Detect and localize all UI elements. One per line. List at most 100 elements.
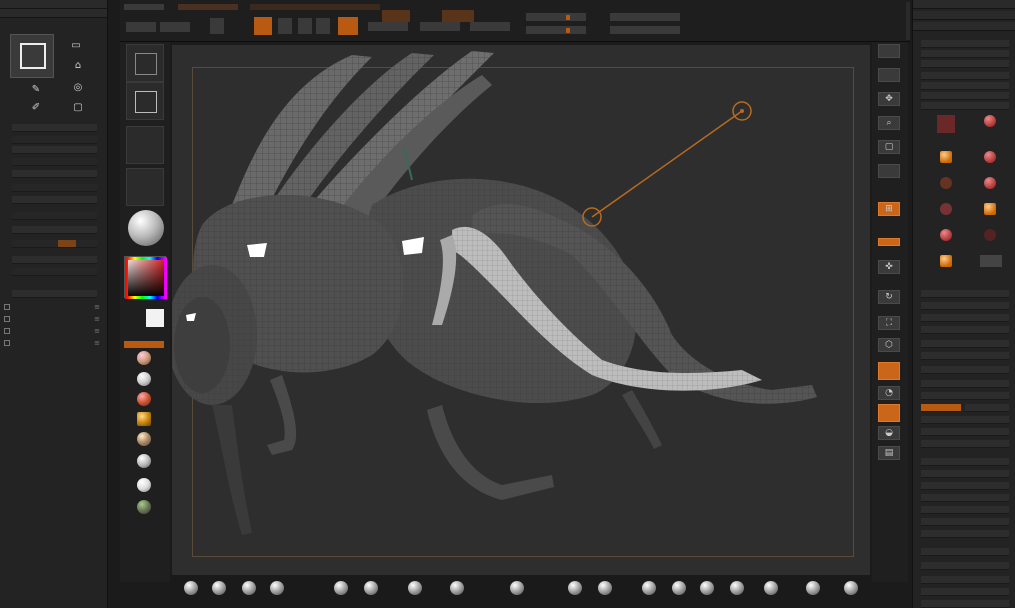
- subtool-cell[interactable]: [927, 226, 967, 254]
- zoom-button[interactable]: ⌕: [878, 116, 900, 130]
- palette-header[interactable]: [913, 0, 1015, 9]
- tool-icon-2[interactable]: ⌂: [72, 60, 84, 72]
- palette-row[interactable]: [921, 72, 1009, 80]
- palette-row[interactable]: [12, 196, 97, 204]
- brush-icon[interactable]: [510, 581, 524, 595]
- rgb-button[interactable]: [420, 22, 460, 31]
- palette-row[interactable]: [921, 60, 1009, 68]
- sphere-tool-icon[interactable]: ◎: [72, 82, 84, 94]
- palette-row[interactable]: [921, 518, 1009, 526]
- palette-row[interactable]: [921, 588, 1009, 596]
- subtool-cell[interactable]: [971, 226, 1011, 254]
- move-button[interactable]: ⬡: [878, 338, 900, 352]
- palette-row[interactable]: [921, 366, 1009, 374]
- toolbar-button[interactable]: [126, 22, 156, 32]
- sculpt-mode-button[interactable]: [338, 17, 358, 35]
- palette-row[interactable]: [921, 494, 1009, 502]
- material-icon[interactable]: [137, 412, 151, 426]
- brush-icon[interactable]: [242, 581, 256, 595]
- palette-toggle-button[interactable]: [58, 240, 76, 247]
- solo-button[interactable]: ◒: [878, 426, 900, 440]
- frame-button[interactable]: ⛶: [878, 316, 900, 330]
- edit-button[interactable]: [210, 18, 224, 34]
- palette-row[interactable]: [921, 102, 1009, 110]
- tool-slot-2[interactable]: [126, 82, 164, 120]
- material-icon[interactable]: [137, 500, 151, 514]
- palette-row[interactable]: [12, 268, 97, 276]
- persp-button[interactable]: ⊞: [878, 202, 900, 216]
- palette-row[interactable]: [921, 416, 1009, 424]
- main-color-swatch[interactable]: [146, 309, 164, 327]
- palette-row[interactable]: [12, 170, 97, 178]
- palette-row[interactable]: [12, 240, 97, 248]
- palette-row[interactable]: [921, 576, 1009, 584]
- local-button[interactable]: ✜: [878, 260, 900, 274]
- material-icon[interactable]: [137, 432, 151, 446]
- slider-handle[interactable]: [566, 15, 570, 20]
- brush-icon[interactable]: [212, 581, 226, 595]
- transp-button[interactable]: ◔: [878, 386, 900, 400]
- palette-row[interactable]: [12, 212, 97, 220]
- palette-header-1[interactable]: [0, 0, 107, 9]
- material-icon[interactable]: [137, 372, 151, 386]
- brush-tool-icon[interactable]: ✎: [30, 84, 42, 96]
- subtool-cell[interactable]: [927, 148, 967, 176]
- brush-icon[interactable]: [844, 581, 858, 595]
- tool-slot-1[interactable]: [126, 44, 164, 82]
- polyf-button[interactable]: [878, 362, 900, 380]
- palette-row[interactable]: [921, 50, 1009, 58]
- brush-icon[interactable]: [364, 581, 378, 595]
- m-button[interactable]: [470, 22, 510, 31]
- sub-palette-brush[interactable]: ≡: [4, 326, 104, 337]
- ghost-button[interactable]: [878, 404, 900, 422]
- document-canvas[interactable]: [172, 45, 870, 575]
- palette-toggle[interactable]: [921, 404, 961, 412]
- brush-icon[interactable]: [806, 581, 820, 595]
- scroll-button[interactable]: ✥: [878, 92, 900, 106]
- menu-item[interactable]: [178, 4, 238, 10]
- spix-button[interactable]: [878, 68, 900, 82]
- palette-row[interactable]: [921, 352, 1009, 360]
- gradient-toggle[interactable]: [124, 341, 164, 348]
- actual-button[interactable]: ▢: [878, 140, 900, 154]
- brush-icon[interactable]: [334, 581, 348, 595]
- palette-row[interactable]: [921, 392, 1009, 400]
- palette-row[interactable]: [921, 482, 1009, 490]
- draw-size-slider[interactable]: [526, 26, 586, 34]
- subtool-cell[interactable]: [971, 148, 1011, 176]
- brush-icon[interactable]: [408, 581, 422, 595]
- material-icon[interactable]: [137, 478, 151, 492]
- texture-slot[interactable]: [126, 168, 164, 206]
- xyz-button[interactable]: ↻: [878, 290, 900, 304]
- palette-row[interactable]: [921, 470, 1009, 478]
- tool-icon-1[interactable]: ▭: [70, 40, 82, 52]
- bpr-button[interactable]: [878, 44, 900, 58]
- palette-row[interactable]: [921, 600, 1009, 608]
- palette-row[interactable]: [921, 530, 1009, 538]
- material-icon[interactable]: [137, 351, 151, 365]
- palette-row[interactable]: [921, 380, 1009, 388]
- menu-item[interactable]: [124, 4, 164, 10]
- palette-row[interactable]: [12, 256, 97, 264]
- palette-row[interactable]: [921, 428, 1009, 436]
- material-sphere-icon[interactable]: [128, 210, 164, 246]
- palette-row[interactable]: [921, 92, 1009, 100]
- palette-row[interactable]: [921, 340, 1009, 348]
- brush-icon[interactable]: [184, 581, 198, 595]
- floor-button[interactable]: [878, 238, 900, 246]
- move-button[interactable]: [278, 18, 292, 34]
- palette-header[interactable]: [913, 11, 1015, 20]
- palette-row[interactable]: [921, 548, 1009, 556]
- palette-row[interactable]: [12, 184, 97, 192]
- material-icon[interactable]: [137, 392, 151, 406]
- palette-row[interactable]: [921, 290, 1009, 298]
- brush-icon[interactable]: [764, 581, 778, 595]
- palette-toggle[interactable]: [965, 404, 1009, 412]
- color-picker[interactable]: [124, 256, 167, 299]
- brush-icon[interactable]: [700, 581, 714, 595]
- cube-tool-icon[interactable]: ▢: [72, 102, 84, 114]
- brush-icon[interactable]: [270, 581, 284, 595]
- brush-icon[interactable]: [730, 581, 744, 595]
- palette-row[interactable]: [12, 124, 97, 132]
- palette-row[interactable]: [921, 440, 1009, 448]
